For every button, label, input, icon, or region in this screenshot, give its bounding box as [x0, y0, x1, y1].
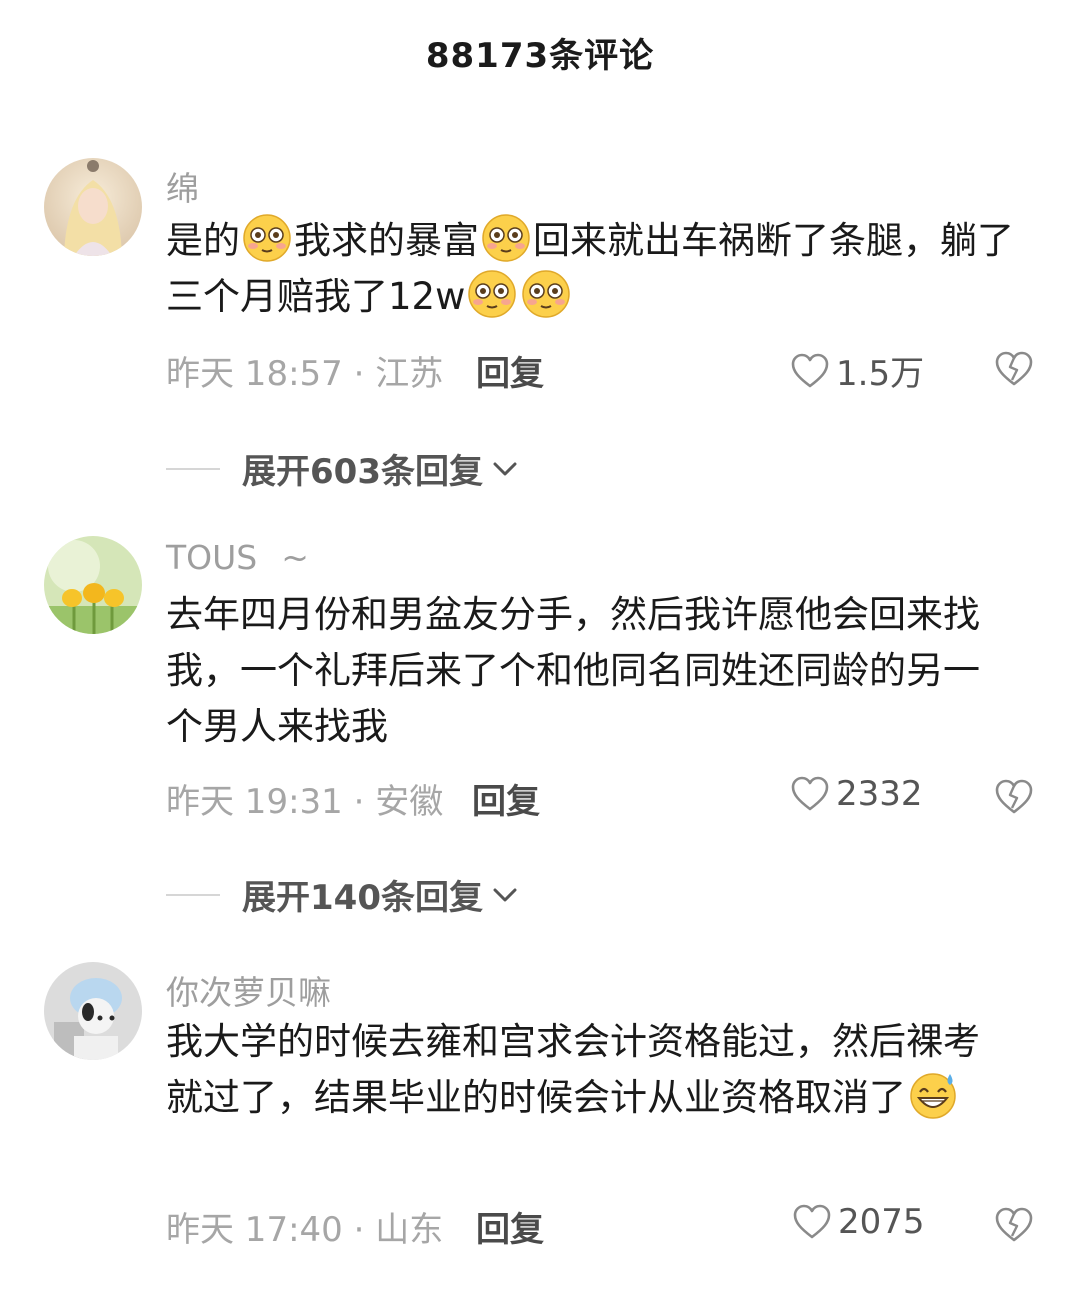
dislike-button[interactable]	[994, 778, 1034, 820]
chevron-down-icon	[493, 888, 517, 901]
heart-outline-icon	[793, 1204, 831, 1239]
heart-outline-icon	[791, 776, 829, 811]
like-button[interactable]: 2332	[790, 774, 923, 814]
like-button[interactable]: 2075	[792, 1202, 925, 1242]
avatar[interactable]	[44, 158, 142, 256]
reply-button[interactable]: 回复	[476, 346, 544, 395]
expand-replies-button[interactable]: 展开603条回复	[166, 444, 519, 493]
reply-button[interactable]: 回复	[472, 774, 540, 823]
heart-outline-icon	[791, 353, 829, 387]
broken-heart-icon	[995, 351, 1033, 386]
username[interactable]: TOUS ~	[166, 538, 309, 577]
comment-meta: 昨天 18:57 · 江苏	[166, 354, 444, 394]
comment-text: 去年四月份和男盆友分手，然后我许愿他会回来找我，一个礼拜后来了个和他同名同姓还同…	[166, 593, 980, 748]
comment-text: 我大学的时候去雍和宫求会计资格能过，然后裸考就过了，结果毕业的时候会计从业资格取…	[166, 1020, 980, 1119]
like-count: 2332	[836, 774, 923, 814]
avatar[interactable]	[44, 536, 142, 634]
like-button[interactable]: 1.5万	[790, 346, 924, 395]
chevron-down-icon	[493, 462, 517, 475]
username[interactable]: 绵	[166, 162, 199, 210]
comment-count-title: 88173条评论	[425, 36, 655, 76]
divider-line	[166, 467, 220, 470]
flushed-face-emoji	[243, 214, 291, 262]
expand-replies-button[interactable]: 展开140条回复	[166, 870, 519, 919]
comment-meta: 昨天 19:31 · 安徽	[166, 782, 444, 822]
like-count: 1.5万	[836, 354, 925, 394]
avatar[interactable]	[44, 962, 142, 1060]
comment-text: 是的 我求的暴富 回来就出车祸断了条腿，躺了三个月赔我了12w	[166, 213, 1016, 325]
comment-meta: 昨天 17:40 · 山东	[166, 1210, 444, 1250]
dislike-button[interactable]	[994, 350, 1034, 392]
flushed-face-emoji	[482, 214, 530, 262]
divider-line	[166, 893, 220, 896]
username[interactable]: 你次萝贝嘛	[166, 966, 331, 1014]
like-count: 2075	[838, 1202, 925, 1242]
broken-heart-icon	[995, 779, 1033, 814]
reply-button[interactable]: 回复	[476, 1202, 544, 1251]
flushed-face-emoji	[468, 270, 517, 318]
grinning-sweat-emoji	[910, 1073, 956, 1119]
broken-heart-icon	[995, 1207, 1033, 1242]
flushed-face-emoji	[522, 270, 571, 318]
dislike-button[interactable]	[994, 1206, 1034, 1248]
